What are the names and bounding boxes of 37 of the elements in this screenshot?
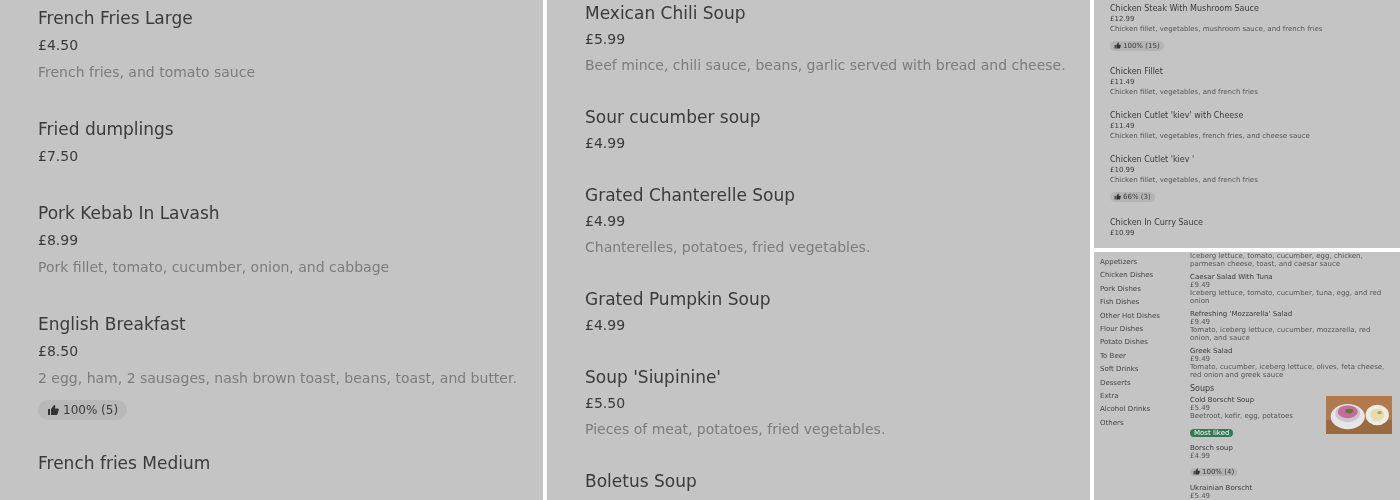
dish-price: £4.50 bbox=[38, 36, 80, 55]
dish-price: £4.99 bbox=[585, 134, 627, 153]
dish-description: Pork fillet, tomato, cucumber, onion, and cabbage bbox=[38, 258, 391, 277]
dish-name[interactable]: Grated Chanterelle Soup bbox=[585, 182, 1090, 208]
dish-price: £4.99 bbox=[585, 212, 627, 231]
thumbs-up-icon bbox=[47, 404, 59, 416]
dish-description: French fries, and tomato sauce bbox=[38, 63, 256, 82]
dish-name[interactable]: Boletus Soup bbox=[585, 468, 1090, 494]
dish-price: £5.99 bbox=[585, 30, 627, 49]
dish-description: Chanterelles, potatoes, fried vegetables. bbox=[585, 238, 872, 257]
thumbs-up-icon bbox=[1114, 42, 1121, 49]
dish-name[interactable]: Pork Kebab In Lavash bbox=[38, 200, 543, 227]
rating-badge: 100% (5) bbox=[38, 400, 128, 420]
dish-name[interactable]: Chicken Cutlet 'kiev ' bbox=[1110, 154, 1400, 165]
dish-name[interactable]: English Breakfast bbox=[38, 311, 543, 338]
dish-name[interactable]: Chicken Fillet bbox=[1110, 66, 1400, 77]
dish-price: £8.99 bbox=[38, 231, 80, 250]
dish-price: £7.50 bbox=[38, 147, 80, 166]
dish-name[interactable]: Chicken Cutlet 'kiev' with Cheese bbox=[1110, 110, 1400, 121]
dish-name[interactable]: Chicken In Curry Sauce bbox=[1110, 217, 1400, 228]
dish-name[interactable]: Mexican Chili Soup bbox=[585, 0, 1090, 26]
dish-name[interactable]: Soup 'Siupinine' bbox=[585, 364, 1090, 390]
dish-name[interactable]: Grated Pumpkin Soup bbox=[585, 286, 1090, 312]
dish-name[interactable]: French Fries Large bbox=[38, 5, 543, 32]
dish-description: Pieces of meat, potatoes, fried vegetables. bbox=[585, 420, 887, 439]
thumbs-up-icon bbox=[1114, 193, 1121, 200]
dish-name[interactable]: Sour cucumber soup bbox=[585, 104, 1090, 130]
dish-price: £8.50 bbox=[38, 342, 80, 361]
thumbs-up-icon bbox=[1193, 468, 1200, 475]
dish-price: £4.99 bbox=[585, 316, 627, 335]
dish-name[interactable]: French fries Medium bbox=[38, 450, 543, 477]
section-heading: Soups bbox=[1190, 384, 1216, 393]
dish-name[interactable]: Chicken Steak With Mushroom Sauce bbox=[1110, 3, 1400, 14]
dish-description: 2 egg, ham, 2 sausages, nash brown toast, beans, toast, and butter. bbox=[38, 369, 518, 388]
dish-description: Beef mince, chili sauce, beans, garlic served with bread and cheese. bbox=[585, 56, 1067, 75]
dish-name[interactable]: Fried dumplings bbox=[38, 116, 543, 143]
dish-price: £5.50 bbox=[585, 394, 627, 413]
